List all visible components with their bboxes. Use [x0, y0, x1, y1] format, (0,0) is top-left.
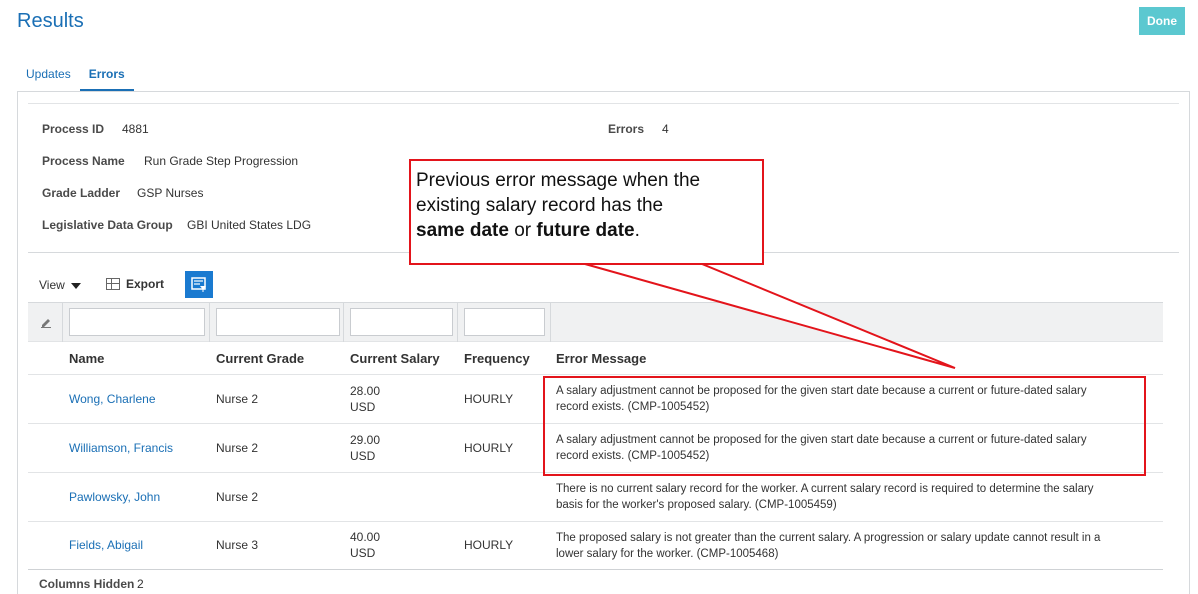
ldg-label: Legislative Data Group	[42, 218, 173, 232]
name-filter-input[interactable]	[69, 308, 205, 336]
salary-cell: 40.00	[350, 530, 381, 544]
export-button[interactable]: Export	[106, 277, 164, 291]
error-message-cell: The proposed salary is not greater than …	[556, 530, 1156, 562]
salary-filter-input[interactable]	[350, 308, 453, 336]
caret-down-icon	[70, 282, 81, 289]
callout-text: .	[634, 220, 640, 241]
error-line: lower salary for the worker. (CMP-100546…	[556, 548, 779, 560]
view-label: View	[39, 278, 65, 292]
process-id-value: 4881	[122, 122, 149, 136]
column-header-current-salary[interactable]: Current Salary	[350, 351, 440, 366]
salary-cell: 28.00	[350, 384, 381, 398]
tab-errors[interactable]: Errors	[79, 62, 134, 91]
columns-hidden-label: Columns Hidden	[39, 577, 135, 591]
currency-cell: USD	[350, 400, 376, 414]
grade-filter-input[interactable]	[216, 308, 340, 336]
panel-divider	[28, 103, 1179, 104]
annotation-highlight-box	[543, 376, 1146, 476]
column-header-current-grade[interactable]: Current Grade	[216, 351, 304, 366]
callout-bold-text: future date	[536, 220, 635, 241]
ldg-value: GBI United States LDG	[187, 218, 312, 232]
pencil-icon	[41, 319, 51, 328]
grade-cell: Nurse 2	[216, 490, 259, 504]
process-name-label: Process Name	[42, 154, 125, 168]
process-id-label: Process ID	[42, 122, 105, 136]
row-divider	[28, 374, 1163, 375]
callout-line: same date or future date.	[416, 218, 762, 243]
frequency-filter-input[interactable]	[464, 308, 545, 336]
column-header-error-message[interactable]: Error Message	[556, 351, 646, 366]
columns-hidden-value: 2	[137, 577, 144, 591]
column-header-frequency[interactable]: Frequency	[464, 351, 530, 366]
error-line: There is no current salary record for th…	[556, 483, 1094, 495]
grade-cell: Nurse 2	[216, 441, 259, 455]
grade-cell: Nurse 2	[216, 392, 259, 406]
employee-link[interactable]: Pawlowsky, John	[69, 490, 160, 504]
page-title: Results	[17, 10, 84, 32]
done-button[interactable]: Done	[1139, 7, 1185, 35]
errors-label: Errors	[608, 122, 645, 136]
export-label: Export	[126, 277, 165, 291]
grade-cell: Nurse 3	[216, 538, 259, 552]
column-separator	[343, 302, 344, 342]
frequency-cell: HOURLY	[464, 392, 514, 406]
callout-line: existing salary record has the	[416, 195, 664, 216]
callout-line: Previous error message when the	[416, 170, 701, 191]
tab-updates[interactable]: Updates	[17, 62, 80, 91]
column-separator	[209, 302, 210, 342]
view-menu[interactable]: View	[39, 278, 81, 292]
grade-ladder-label: Grade Ladder	[42, 186, 121, 200]
frequency-cell: HOURLY	[464, 538, 514, 552]
column-separator	[457, 302, 458, 342]
currency-cell: USD	[350, 546, 376, 560]
spreadsheet-icon	[106, 278, 120, 290]
employee-link[interactable]: Williamson, Francis	[69, 441, 173, 455]
tab-bar: Updates Errors	[17, 62, 134, 92]
frequency-cell: HOURLY	[464, 441, 514, 455]
column-separator	[550, 302, 551, 342]
annotation-callout: Previous error message when the existing…	[409, 159, 764, 265]
column-separator	[62, 302, 63, 342]
currency-cell: USD	[350, 449, 376, 463]
callout-text: or	[514, 220, 532, 241]
row-divider	[28, 521, 1163, 522]
filter-icon	[191, 276, 206, 292]
error-line: The proposed salary is not greater than …	[556, 532, 1101, 544]
error-line: basis for the worker's proposed salary. …	[556, 499, 837, 511]
employee-link[interactable]: Wong, Charlene	[69, 392, 156, 406]
callout-bold-text: same date	[416, 220, 509, 241]
error-message-cell: There is no current salary record for th…	[556, 481, 1156, 513]
row-divider	[28, 569, 1163, 570]
errors-value: 4	[662, 122, 669, 136]
grade-ladder-value: GSP Nurses	[137, 186, 204, 200]
salary-cell: 29.00	[350, 433, 381, 447]
process-name-value: Run Grade Step Progression	[144, 154, 299, 168]
employee-link[interactable]: Fields, Abigail	[69, 538, 143, 552]
column-header-name[interactable]: Name	[69, 351, 104, 366]
query-by-example-button[interactable]	[185, 271, 213, 298]
